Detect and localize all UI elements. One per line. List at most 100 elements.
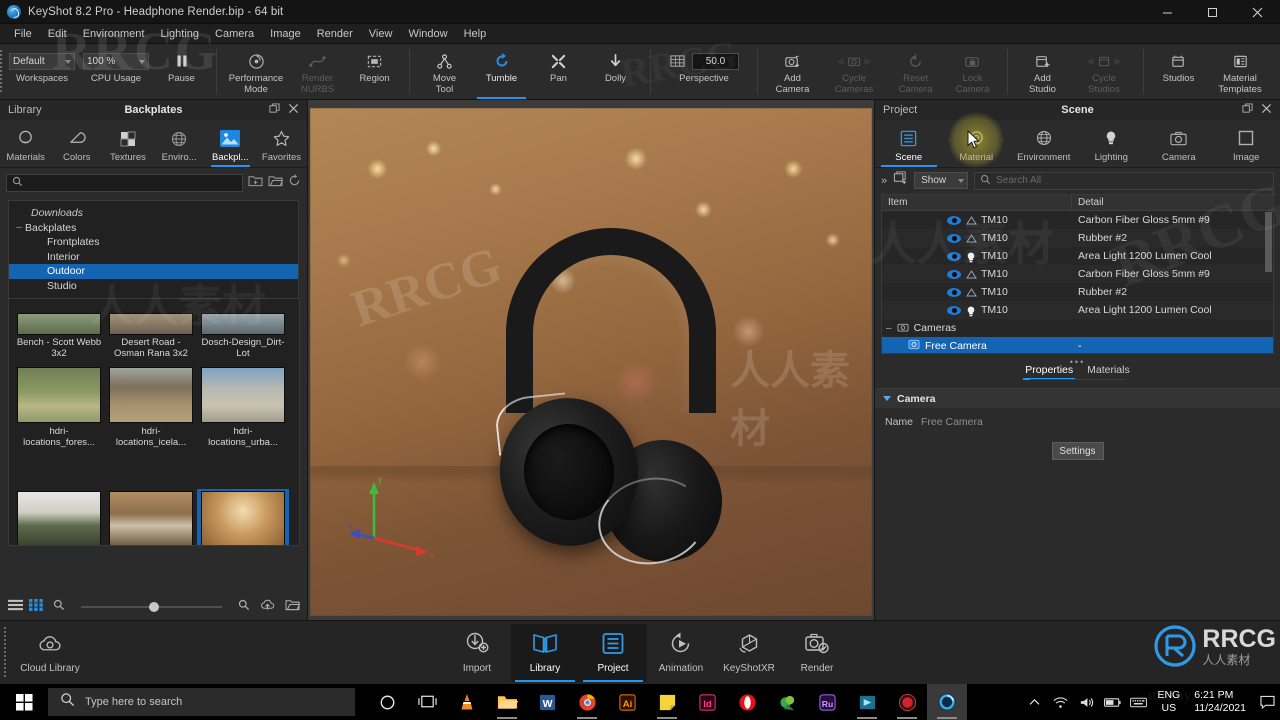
cortana-icon[interactable] — [367, 684, 407, 720]
add-group-icon[interactable] — [893, 171, 908, 190]
scene-tree[interactable]: Item Detail TM10 Carbon Fiber Gloss 5mm … — [881, 194, 1274, 354]
add-studio-button[interactable]: Add Studio — [1014, 44, 1071, 99]
visibility-eye-icon[interactable] — [947, 233, 961, 243]
visibility-eye-icon[interactable] — [947, 251, 961, 261]
grid-view-icon[interactable] — [29, 598, 43, 616]
thumbnail-item-hdri-iceland[interactable]: hdri-locations_icela... — [105, 365, 197, 489]
indesign-icon[interactable]: Id — [687, 684, 727, 720]
cycle-cameras-button[interactable]: ◀ ▶ Cycle Cameras — [821, 44, 887, 99]
library-tab-environments[interactable]: Enviro... — [154, 120, 205, 167]
menu-lighting[interactable]: Lighting — [152, 26, 207, 42]
headphone-model[interactable] — [486, 228, 746, 573]
chevron-left-icon[interactable]: ◀ — [837, 56, 844, 67]
scene-tree-row[interactable]: TM10 Area Light 1200 Lumen Cool — [882, 247, 1273, 265]
minimize-button[interactable] — [1145, 0, 1190, 24]
render-canvas[interactable]: y x z RRCG 人人素材 — [310, 108, 872, 616]
thumbnail-item-dosch-dirt-lot[interactable]: Dosch-Design_Dirt-Lot — [197, 335, 289, 365]
chrome-icon[interactable] — [567, 684, 607, 720]
up-chevron-icon[interactable] — [1021, 684, 1047, 720]
project-tab-camera[interactable]: Camera — [1145, 120, 1213, 167]
thumbnail-item[interactable] — [105, 301, 197, 335]
camera-section-header[interactable]: Camera — [875, 388, 1280, 408]
menu-file[interactable]: File — [6, 26, 40, 42]
expand-all-icon[interactable]: » — [881, 175, 887, 187]
menu-render[interactable]: Render — [309, 26, 361, 42]
menu-help[interactable]: Help — [456, 26, 495, 42]
menu-environment[interactable]: Environment — [75, 26, 153, 42]
tree-item-backplates[interactable]: – Backplates — [9, 221, 298, 236]
illustrator-icon[interactable]: Ai — [607, 684, 647, 720]
start-button[interactable] — [0, 684, 48, 720]
project-tab-lighting[interactable]: Lighting — [1078, 120, 1146, 167]
visibility-eye-icon[interactable] — [947, 287, 961, 297]
lock-camera-button[interactable]: Lock Camera — [944, 44, 1001, 99]
wifi-icon[interactable] — [1047, 684, 1073, 720]
workspaces-combo[interactable]: Default — [9, 52, 75, 70]
cpu-usage-control[interactable]: 100 % CPU Usage — [79, 44, 153, 99]
list-view-icon[interactable] — [8, 598, 23, 616]
menu-window[interactable]: Window — [400, 26, 455, 42]
library-close-icon[interactable] — [288, 103, 299, 117]
scene-tree-row[interactable]: TM10 Carbon Fiber Gloss 5mm #9 — [882, 211, 1273, 229]
library-refresh-icon[interactable] — [288, 174, 301, 192]
dock-import[interactable]: Import — [443, 624, 511, 682]
upload-cloud-icon[interactable] — [260, 598, 275, 616]
scene-tree-row[interactable]: TM10 Area Light 1200 Lumen Cool — [882, 301, 1273, 319]
tumble-button[interactable]: Tumble — [473, 44, 530, 99]
project-tab-material[interactable]: Material — [943, 120, 1011, 167]
move-tool-button[interactable]: Move Tool — [416, 44, 473, 99]
project-close-icon[interactable] — [1261, 103, 1272, 117]
project-tab-environment[interactable]: Environment — [1010, 120, 1078, 167]
chevron-right-icon[interactable]: ▶ — [1115, 56, 1122, 67]
scene-tree-group-cameras[interactable]: – Cameras — [882, 319, 1273, 337]
pan-button[interactable]: Pan — [530, 44, 587, 99]
camtasia-icon[interactable] — [847, 684, 887, 720]
battery-icon[interactable] — [1099, 684, 1125, 720]
visibility-eye-icon[interactable] — [947, 215, 961, 225]
scene-tree-row[interactable]: TM10 Rubber #2 — [882, 283, 1273, 301]
chevron-down-icon[interactable] — [883, 396, 891, 401]
dock-keyshotxr[interactable]: KeyShotXR — [715, 624, 783, 682]
reset-camera-button[interactable]: Reset Camera — [887, 44, 944, 99]
word-icon[interactable]: W — [527, 684, 567, 720]
library-add-folder-icon[interactable] — [248, 174, 263, 192]
axis-gizmo[interactable]: y x z — [348, 470, 440, 562]
camera-settings-button[interactable]: Settings — [1051, 442, 1104, 460]
maximize-button[interactable] — [1190, 0, 1235, 24]
render-viewport[interactable]: y x z RRCG 人人素材 — [308, 100, 874, 620]
project-tab-scene[interactable]: Scene — [875, 120, 943, 167]
library-tab-colors[interactable]: Colors — [51, 120, 102, 167]
dock-cloud-library[interactable]: Cloud Library — [10, 624, 90, 682]
perspective-control[interactable]: 50.0 Perspective — [657, 44, 751, 99]
shotcut-icon[interactable] — [767, 684, 807, 720]
tree-item-downloads[interactable]: Downloads — [9, 206, 298, 221]
add-camera-button[interactable]: Add Camera — [764, 44, 821, 99]
library-undock-icon[interactable] — [269, 103, 280, 117]
taskbar-search-input[interactable]: Type here to search — [48, 688, 355, 716]
studios-button[interactable]: Studios — [1150, 44, 1207, 99]
thumbnail-item-pexels-tirachard[interactable]: pexels-tirachard-kumtanom-347... — [197, 489, 289, 545]
project-tab-image[interactable]: Image — [1213, 120, 1280, 167]
library-search-input[interactable] — [6, 174, 243, 192]
library-panel-dock-label[interactable]: Library — [0, 104, 42, 116]
dock-drag-handle[interactable] — [0, 621, 10, 685]
chevron-right-icon[interactable]: ▶ — [865, 56, 872, 67]
menu-image[interactable]: Image — [262, 26, 309, 42]
scene-tree-row[interactable]: TM10 Rubber #2 — [882, 229, 1273, 247]
dolly-button[interactable]: Dolly — [587, 44, 644, 99]
menu-camera[interactable]: Camera — [207, 26, 262, 42]
keyboard-icon[interactable] — [1125, 684, 1151, 720]
visibility-eye-icon[interactable] — [947, 305, 961, 315]
cycle-studios-button[interactable]: ◀ ▶ Cycle Studios — [1071, 44, 1137, 99]
thumbnail-item-hdri-forest[interactable]: hdri-locations_fores... — [13, 365, 105, 489]
sticky-notes-icon[interactable] — [647, 684, 687, 720]
menu-edit[interactable]: Edit — [40, 26, 75, 42]
language-indicator[interactable]: ENG US — [1151, 689, 1186, 715]
project-panel-dock-label[interactable]: Project — [875, 104, 917, 116]
tree-item-interior[interactable]: Interior — [9, 250, 298, 265]
tab-properties[interactable]: Properties — [1023, 364, 1075, 380]
workspaces-control[interactable]: Default Workspaces — [5, 44, 79, 99]
library-tab-favorites[interactable]: Favorites — [256, 120, 307, 167]
dock-project[interactable]: Project — [579, 623, 647, 682]
volume-icon[interactable] — [1073, 684, 1099, 720]
